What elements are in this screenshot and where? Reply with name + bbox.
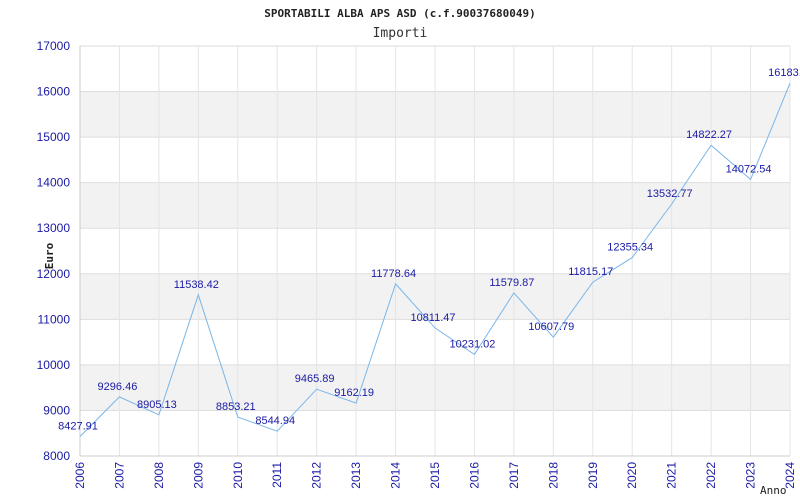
x-tick-label: 2019 (586, 462, 600, 489)
data-point-label: 8427.91 (58, 421, 98, 433)
y-tick-label: 15000 (37, 130, 71, 144)
x-tick-label: 2013 (349, 462, 363, 489)
x-axis-label: Anno (760, 484, 787, 497)
x-tick-label: 2021 (665, 462, 679, 489)
y-tick-label: 17000 (37, 39, 71, 53)
y-tick-label: 10000 (37, 358, 71, 372)
y-tick-label: 16000 (37, 85, 71, 99)
x-tick-label: 2008 (152, 462, 166, 489)
data-point-label: 9465.89 (295, 373, 335, 385)
data-point-label: 12355.34 (607, 242, 653, 254)
x-tick-label: 2014 (389, 462, 403, 489)
x-tick-label: 2009 (191, 462, 205, 489)
x-tick-label: 2006 (73, 462, 87, 489)
x-tick-label: 2012 (310, 462, 324, 489)
data-point-label: 14072.54 (726, 163, 772, 175)
data-point-label: 8544.94 (255, 415, 295, 427)
x-tick-label: 2023 (744, 462, 758, 489)
data-point-label: 14822.27 (686, 129, 732, 141)
x-tick-label: 2011 (270, 462, 284, 488)
data-point-label: 11778.64 (371, 268, 416, 280)
line-chart: 8000900010000110001200013000140001500016… (37, 7, 800, 497)
chart-title: SPORTABILI ALBA APS ASD (c.f.90037680049… (264, 7, 536, 20)
chart-container: 8000 9000 10000 11000 12000 13000 14000 15000 16… (0, 0, 800, 500)
x-tick-label: 2015 (428, 462, 442, 489)
data-point-label: 13532.77 (647, 188, 693, 200)
data-point-label: 11538.42 (174, 279, 219, 291)
chart-subtitle: Importi (373, 26, 428, 41)
x-tick-label: 2016 (467, 462, 481, 489)
x-tick-label: 2017 (507, 462, 521, 489)
x-tick-label: 2018 (546, 462, 560, 489)
x-tick-labels: 2006 2007 2008 2009 2010 2011 2012 2013 2014 2015… (73, 462, 797, 489)
y-tick-label: 9000 (43, 403, 70, 417)
x-tick-label: 2020 (625, 462, 639, 489)
data-point-label: 10811.47 (410, 312, 455, 324)
x-tick-label: 2007 (112, 462, 126, 489)
data-point-label: 8853.21 (216, 401, 256, 413)
y-tick-label: 14000 (37, 176, 71, 190)
x-tick-label: 2022 (704, 462, 718, 489)
x-tick-label: 2010 (231, 462, 245, 489)
data-point-label: 11815.17 (568, 266, 613, 278)
data-point-label: 10231.02 (449, 338, 495, 350)
y-axis-label: Euro (43, 242, 56, 269)
data-point-label: 9162.19 (334, 387, 374, 399)
y-tick-label: 13000 (37, 221, 71, 235)
data-point-label: 9296.46 (98, 381, 138, 393)
data-point-label: 10607.79 (528, 321, 574, 333)
data-point-label: 16183.4 (768, 67, 800, 79)
data-point-label: 11579.87 (489, 277, 534, 289)
y-tick-label: 11000 (38, 312, 71, 326)
y-tick-label: 8000 (43, 449, 70, 463)
data-point-label: 8905.13 (137, 399, 177, 411)
